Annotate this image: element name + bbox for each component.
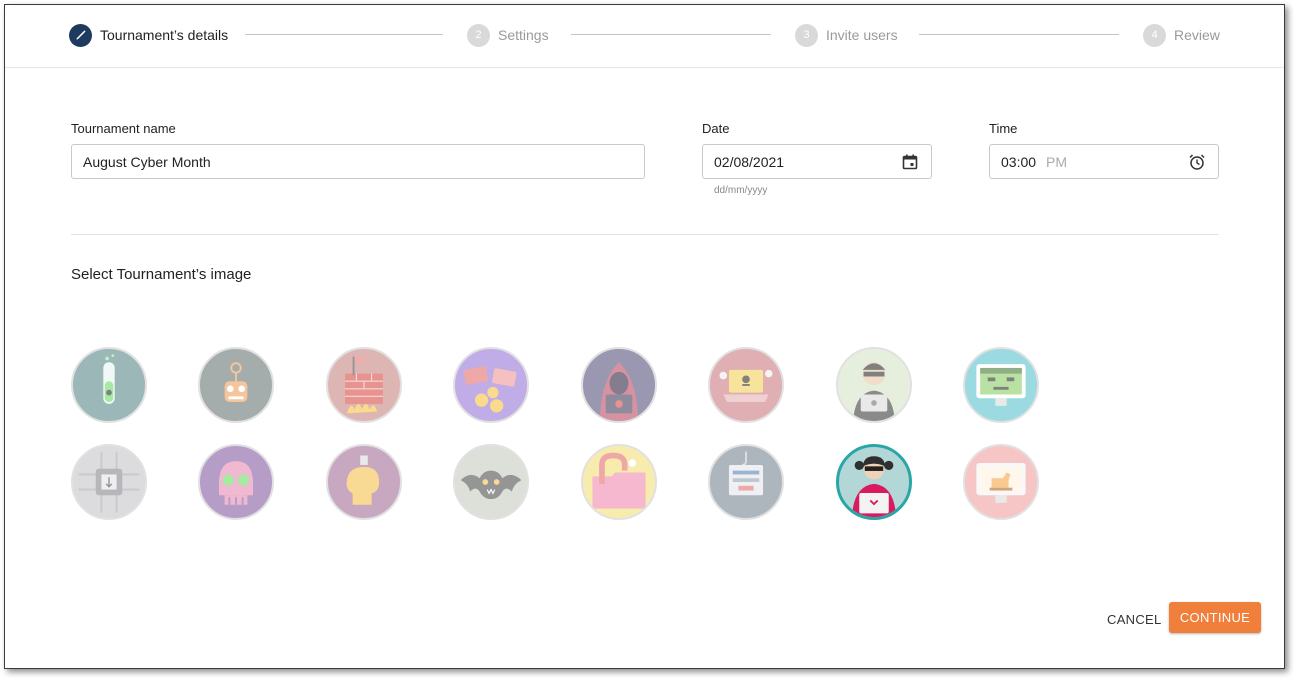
tournament-name-value: August Cyber Month bbox=[83, 153, 211, 170]
time-input[interactable]: 03:00 PM bbox=[989, 144, 1219, 179]
step-number: 3 bbox=[795, 23, 818, 47]
microchip-icon[interactable] bbox=[71, 444, 147, 520]
step-connector bbox=[571, 34, 771, 35]
masked-thief-laptop-icon[interactable] bbox=[836, 347, 912, 423]
step-label: Review bbox=[1174, 27, 1220, 43]
credit-card-coins-icon[interactable] bbox=[453, 347, 529, 423]
monster-monitor-icon[interactable] bbox=[963, 347, 1039, 423]
date-input[interactable]: 02/08/2021 bbox=[702, 144, 932, 179]
step-invite-users[interactable]: 3 Invite users bbox=[795, 23, 898, 47]
bat-icon[interactable] bbox=[453, 444, 529, 520]
calendar-icon[interactable] bbox=[901, 153, 919, 171]
continue-button[interactable]: CONTINUE bbox=[1169, 602, 1261, 633]
phishing-card-icon[interactable] bbox=[708, 444, 784, 520]
infected-laptop-icon[interactable] bbox=[708, 347, 784, 423]
date-value: 02/08/2021 bbox=[714, 153, 785, 170]
tournament-name-input[interactable]: August Cyber Month bbox=[71, 144, 645, 179]
time-value: 03:00 bbox=[1001, 153, 1037, 170]
date-label: Date bbox=[702, 121, 730, 136]
cancel-button[interactable]: CANCEL bbox=[1101, 605, 1168, 633]
trojan-horse-monitor-icon[interactable] bbox=[963, 444, 1039, 520]
tournament-name-label: Tournament name bbox=[71, 121, 176, 136]
step-connector bbox=[245, 34, 443, 35]
tournament-wizard-window: Tournament’s details 2 Settings 3 Invite… bbox=[4, 4, 1285, 669]
step-connector bbox=[919, 34, 1119, 35]
step-tournament-details[interactable]: Tournament’s details bbox=[69, 23, 228, 47]
section-divider bbox=[71, 234, 1219, 235]
worm-folder-icon[interactable] bbox=[581, 444, 657, 520]
skull-icon[interactable] bbox=[198, 444, 274, 520]
robot-skull-icon[interactable] bbox=[198, 347, 274, 423]
step-label: Tournament’s details bbox=[100, 27, 229, 43]
pencil-icon bbox=[69, 23, 92, 47]
time-period: PM bbox=[1046, 153, 1068, 170]
step-review[interactable]: 4 Review bbox=[1143, 23, 1220, 47]
alarm-clock-icon[interactable] bbox=[1188, 153, 1206, 171]
step-number: 2 bbox=[467, 23, 490, 47]
girl-hacker-icon[interactable] bbox=[836, 444, 912, 520]
time-label: Time bbox=[989, 121, 1018, 136]
firewall-icon[interactable] bbox=[326, 347, 402, 423]
date-format-hint: dd/mm/yyyy bbox=[714, 185, 768, 196]
step-label: Settings bbox=[498, 27, 549, 43]
test-tube-icon[interactable] bbox=[71, 347, 147, 423]
wizard-stepper: Tournament’s details 2 Settings 3 Invite… bbox=[5, 5, 1284, 68]
step-settings[interactable]: 2 Settings bbox=[467, 23, 549, 47]
step-number: 4 bbox=[1143, 23, 1166, 47]
head-usb-icon[interactable] bbox=[326, 444, 402, 520]
step-label: Invite users bbox=[826, 27, 898, 43]
hooded-hacker-icon[interactable] bbox=[581, 347, 657, 423]
select-image-title: Select Tournament’s image bbox=[71, 266, 252, 283]
